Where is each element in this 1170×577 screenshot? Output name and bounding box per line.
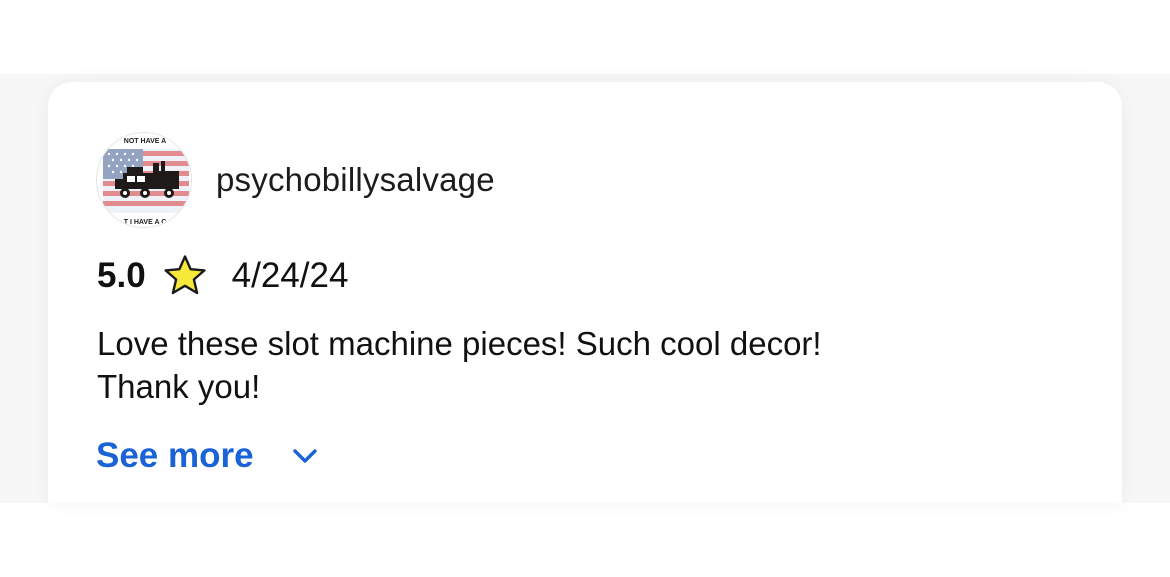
svg-text:NOT HAVE A: NOT HAVE A [124,138,166,145]
avatar[interactable]: NOT HAVE A T I HAVE A C [96,132,192,228]
review-date: 4/24/24 [231,256,349,295]
reviewer-username[interactable]: psychobillysalvage [216,161,495,199]
chevron-down-icon [290,441,320,471]
review-header: NOT HAVE A T I HAVE A C psychobillysalva… [96,132,495,228]
review-meta: 5.0 4/24/24 [97,252,348,300]
see-more-button[interactable]: See more [96,432,320,480]
flag-truck-logo-icon: NOT HAVE A T I HAVE A C [97,133,191,227]
star-icon [162,253,208,299]
see-more-label: See more [96,436,254,475]
review-text: Love these slot machine pieces! Such coo… [97,325,822,405]
svg-text:T I HAVE A C: T I HAVE A C [124,219,167,226]
review-card: NOT HAVE A T I HAVE A C psychobillysalva… [48,82,1122,503]
rating-value: 5.0 [97,256,146,295]
